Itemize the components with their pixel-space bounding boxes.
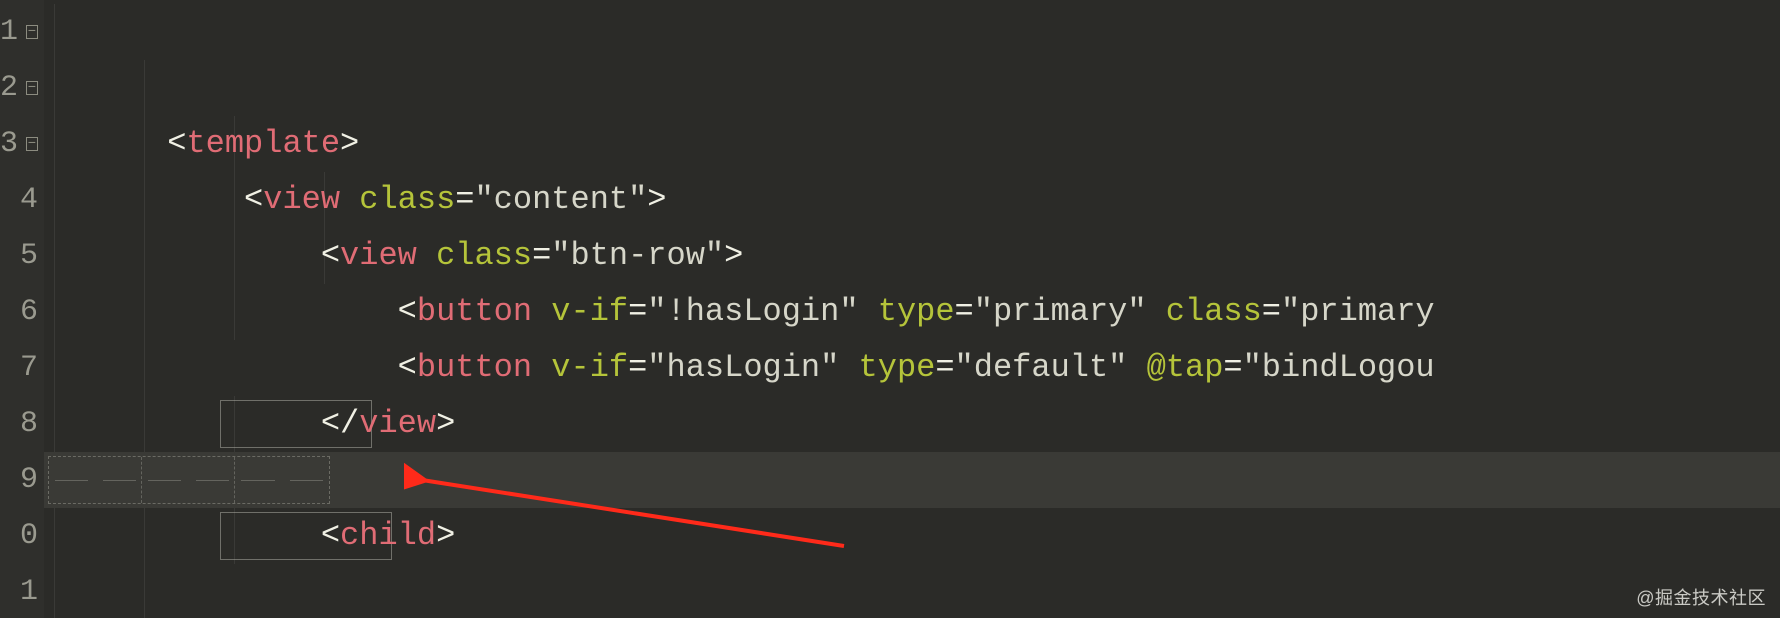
attr-value: "default"	[955, 349, 1128, 386]
gutter-line[interactable]: 8	[0, 396, 44, 452]
punct: >	[340, 125, 359, 162]
fold-toggle-icon[interactable]: −	[26, 25, 38, 39]
tag-name: child	[340, 517, 436, 554]
line-number: 4	[20, 172, 38, 228]
gutter-line[interactable]: 1	[0, 564, 44, 618]
code-editor[interactable]: 1 − 2 − 3 − 4 5 6 7 8 9 0	[0, 0, 1780, 618]
line-number: 1	[20, 564, 38, 618]
gutter-line[interactable]: 9	[0, 452, 44, 508]
attr-name: class	[436, 237, 532, 274]
attr-name: @tap	[1147, 349, 1224, 386]
line-number: 5	[20, 228, 38, 284]
attr-value: "primary	[1281, 293, 1435, 330]
fold-toggle-icon[interactable]: −	[26, 137, 38, 151]
line-number: 1	[0, 4, 18, 60]
code-area[interactable]: <template> <view class="content"> <view …	[44, 0, 1780, 618]
attr-value: "primary"	[974, 293, 1147, 330]
line-number: 7	[20, 340, 38, 396]
code-line[interactable]: <template>	[44, 4, 1780, 60]
tag-name: button	[417, 293, 532, 330]
gutter: 1 − 2 − 3 − 4 5 6 7 8 9 0	[0, 0, 44, 618]
gutter-line[interactable]: 4	[0, 172, 44, 228]
gutter-line[interactable]: 0	[0, 508, 44, 564]
fold-toggle-icon[interactable]: −	[26, 81, 38, 95]
attr-value: "!hasLogin"	[647, 293, 858, 330]
line-number: 2	[0, 60, 18, 116]
tag-name: view	[340, 237, 417, 274]
attr-value: "content"	[474, 181, 647, 218]
attr-name: v-if	[551, 349, 628, 386]
gutter-line[interactable]: 5	[0, 228, 44, 284]
punct: <	[167, 125, 186, 162]
attr-name: class	[359, 181, 455, 218]
line-number: 3	[0, 116, 18, 172]
line-number: 6	[20, 284, 38, 340]
attr-value: "hasLogin"	[647, 349, 839, 386]
gutter-line[interactable]: 6	[0, 284, 44, 340]
tag-name: template	[186, 125, 340, 162]
line-number: 8	[20, 396, 38, 452]
attr-value: "btn-row"	[551, 237, 724, 274]
line-number: 9	[20, 452, 38, 508]
code-line[interactable]: </view>	[44, 564, 1780, 618]
tag-name: view	[359, 405, 436, 442]
gutter-line[interactable]: 3 −	[0, 116, 44, 172]
attr-name: type	[859, 349, 936, 386]
attr-name: class	[1166, 293, 1262, 330]
watermark: @掘金技术社区	[1636, 584, 1766, 610]
punct: <	[244, 181, 263, 218]
code-line[interactable]: <view class="content">	[44, 60, 1780, 116]
gutter-line[interactable]: 1 −	[0, 4, 44, 60]
attr-name: v-if	[551, 293, 628, 330]
line-number: 0	[20, 508, 38, 564]
attr-value: "bindLogou	[1243, 349, 1435, 386]
tag-name: button	[417, 349, 532, 386]
whitespace-indicator	[48, 456, 330, 504]
tag-name: view	[263, 181, 340, 218]
attr-name: type	[878, 293, 955, 330]
gutter-line[interactable]: 7	[0, 340, 44, 396]
gutter-line[interactable]: 2 −	[0, 60, 44, 116]
